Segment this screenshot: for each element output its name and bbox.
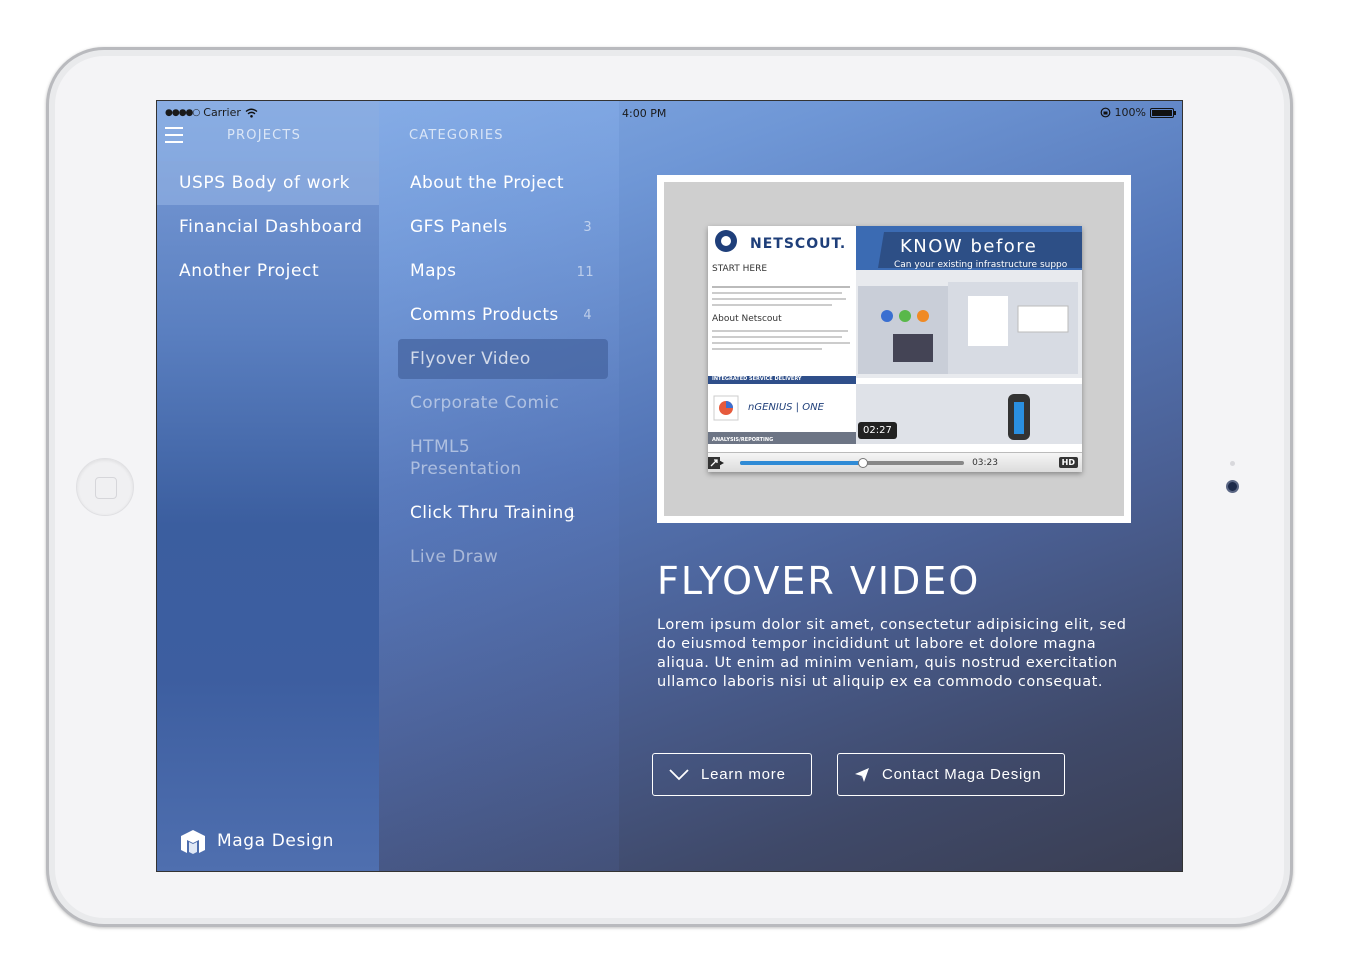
screen: ●●●●○ Carrier 4:00 PM 100% PROJECTS CATE… [156, 100, 1183, 872]
projects-title: PROJECTS [227, 128, 302, 143]
description: Lorem ipsum dolor sit amet, consectetur … [657, 617, 1127, 690]
category-item-html5-presentation[interactable]: HTML5 Presentation [398, 436, 568, 488]
category-label: Maps [410, 261, 457, 281]
video-section-label: INTEGRATED SERVICE DELIVERY [712, 376, 802, 382]
category-item-corporate-comic[interactable]: Corporate Comic [398, 383, 608, 423]
category-item-click-thru-training[interactable]: Click Thru Training 1 [398, 493, 608, 533]
camera-icon [1226, 480, 1239, 493]
video-product-label: nGENIUS | ONE [748, 402, 824, 413]
status-bar: ●●●●○ Carrier 4:00 PM 100% [157, 101, 1182, 123]
progress-handle[interactable] [858, 458, 869, 468]
video-subheadline: Can your existing infrastructure suppo [894, 260, 1068, 270]
menu-icon[interactable] [165, 127, 183, 143]
current-time-bubble: 02:27 [858, 422, 897, 439]
category-count: 11 [576, 265, 594, 280]
video-logo-text: NETSCOUT. [750, 236, 847, 252]
categories-title: CATEGORIES [409, 128, 504, 143]
chevron-down-icon [669, 768, 689, 780]
home-button[interactable] [76, 458, 134, 516]
progress-track[interactable] [740, 458, 964, 468]
carrier-label: Carrier [203, 106, 241, 119]
video-controls: 03:23 HD [708, 452, 1082, 472]
category-item-live-draw[interactable]: Live Draw [398, 537, 608, 577]
orientation-lock-icon [1100, 107, 1110, 118]
category-label: Click Thru Training [410, 503, 575, 523]
category-item-maps[interactable]: Maps 11 [398, 251, 608, 291]
learn-more-button[interactable]: Learn more [652, 753, 812, 796]
category-item-comms-products[interactable]: Comms Products 4 [398, 295, 608, 335]
category-label: Flyover Video [410, 349, 531, 369]
battery-percent: 100% [1114, 106, 1146, 119]
hd-badge[interactable]: HD [1058, 457, 1078, 468]
contact-button[interactable]: Contact Maga Design [837, 753, 1065, 796]
category-item-gfs-panels[interactable]: GFS Panels 3 [398, 207, 608, 247]
project-item-another-project[interactable]: Another Project [157, 249, 379, 293]
battery-icon [1150, 107, 1176, 118]
progress-fill [740, 461, 864, 465]
video-section-label: ANALYSIS/REPORTING [712, 437, 774, 443]
duration-label: 03:23 [972, 458, 998, 468]
status-time: 4:00 PM [622, 107, 667, 120]
category-count: 4 [583, 307, 592, 323]
category-label: Comms Products [410, 305, 559, 325]
page-title: FLYOVER VIDEO [657, 559, 981, 603]
wifi-icon [245, 108, 258, 118]
contact-label: Contact Maga Design [882, 766, 1042, 783]
video-headline: KNOW before [900, 236, 1038, 257]
light-sensor [1230, 461, 1235, 466]
category-item-about[interactable]: About the Project [398, 163, 608, 203]
category-label: Live Draw [410, 547, 499, 567]
project-item-usps[interactable]: USPS Body of work [157, 161, 379, 205]
video-frame: NETSCOUT. KNOW before Can your existing … [657, 175, 1131, 523]
video-player[interactable]: NETSCOUT. KNOW before Can your existing … [708, 226, 1082, 472]
category-count: 3 [583, 219, 592, 235]
fullscreen-icon[interactable] [708, 457, 720, 469]
video-about-title: About Netscout [712, 314, 782, 324]
learn-more-label: Learn more [701, 766, 786, 783]
category-label: About the Project [410, 173, 564, 193]
maga-design-logo-icon [181, 830, 205, 854]
paper-plane-icon [855, 767, 869, 782]
video-start-here: START HERE [712, 264, 768, 274]
category-count: 1 [567, 505, 576, 521]
category-label: GFS Panels [410, 217, 508, 237]
brand-name: Maga Design [217, 831, 334, 851]
brand[interactable]: Maga Design [179, 828, 334, 854]
category-label: HTML5 Presentation [410, 437, 522, 479]
signal-icon: ●●●●○ [165, 107, 200, 118]
project-item-financial-dashboard[interactable]: Financial Dashboard [157, 205, 379, 249]
category-label: Corporate Comic [410, 393, 560, 413]
category-item-flyover-video[interactable]: Flyover Video [398, 339, 608, 379]
